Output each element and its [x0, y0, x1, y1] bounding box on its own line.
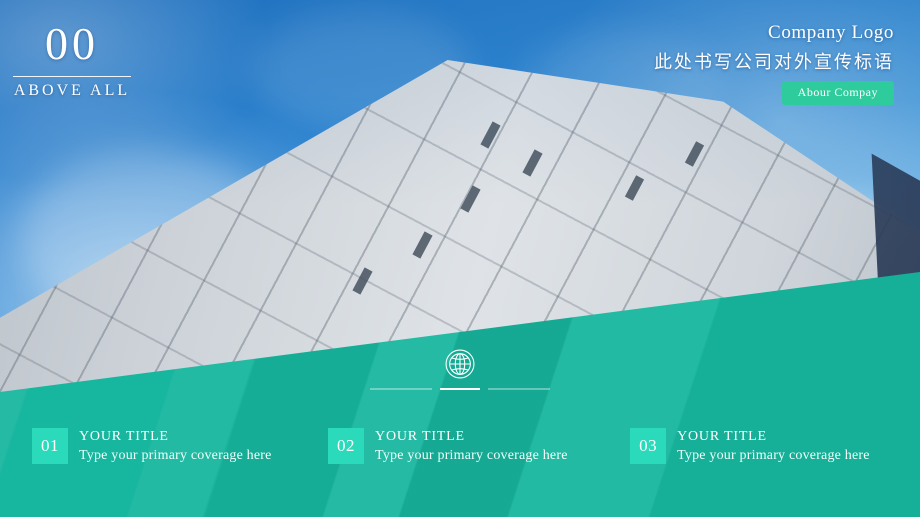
feature-columns: 01 YOUR TITLE Type your primary coverage…	[0, 428, 920, 465]
company-slogan: 此处书写公司对外宣传标语	[654, 52, 894, 73]
feature-item-03[interactable]: 03 YOUR TITLE Type your primary coverage…	[616, 428, 920, 465]
feature-description: Type your primary coverage here	[677, 448, 870, 463]
feature-number-badge: 01	[32, 428, 68, 464]
page-mark-divider	[13, 76, 131, 77]
feature-item-01[interactable]: 01 YOUR TITLE Type your primary coverage…	[0, 428, 320, 465]
feature-text-block: YOUR TITLE Type your primary coverage he…	[677, 428, 870, 465]
globe-icon	[442, 346, 478, 382]
feature-title: YOUR TITLE	[79, 429, 169, 444]
divider-rule-right	[488, 388, 550, 390]
feature-item-02[interactable]: 02 YOUR TITLE Type your primary coverage…	[320, 428, 616, 465]
company-logo-text: Company Logo	[768, 22, 894, 43]
page-mark-subtitle: ABOVE ALL	[13, 82, 131, 99]
divider-rule-center	[440, 388, 480, 390]
feature-title: YOUR TITLE	[375, 429, 465, 444]
feature-description: Type your primary coverage here	[79, 448, 272, 463]
page-mark: 00 ABOVE ALL	[13, 18, 131, 100]
feature-text-block: YOUR TITLE Type your primary coverage he…	[79, 428, 272, 465]
feature-number-badge: 03	[630, 428, 667, 464]
feature-title: YOUR TITLE	[677, 429, 767, 444]
divider-group	[0, 346, 920, 390]
divider-rules	[370, 388, 550, 390]
feature-text-block: YOUR TITLE Type your primary coverage he…	[375, 428, 568, 465]
page-number: 00	[45, 18, 99, 69]
feature-number-badge: 02	[328, 428, 365, 464]
feature-description: Type your primary coverage here	[375, 448, 568, 463]
about-company-button[interactable]: Abour Compay	[781, 81, 894, 105]
divider-rule-left	[370, 388, 432, 390]
brand-block: Company Logo 此处书写公司对外宣传标语 Abour Compay	[654, 22, 894, 105]
presentation-slide: 00 ABOVE ALL Company Logo 此处书写公司对外宣传标语 A…	[0, 0, 920, 517]
